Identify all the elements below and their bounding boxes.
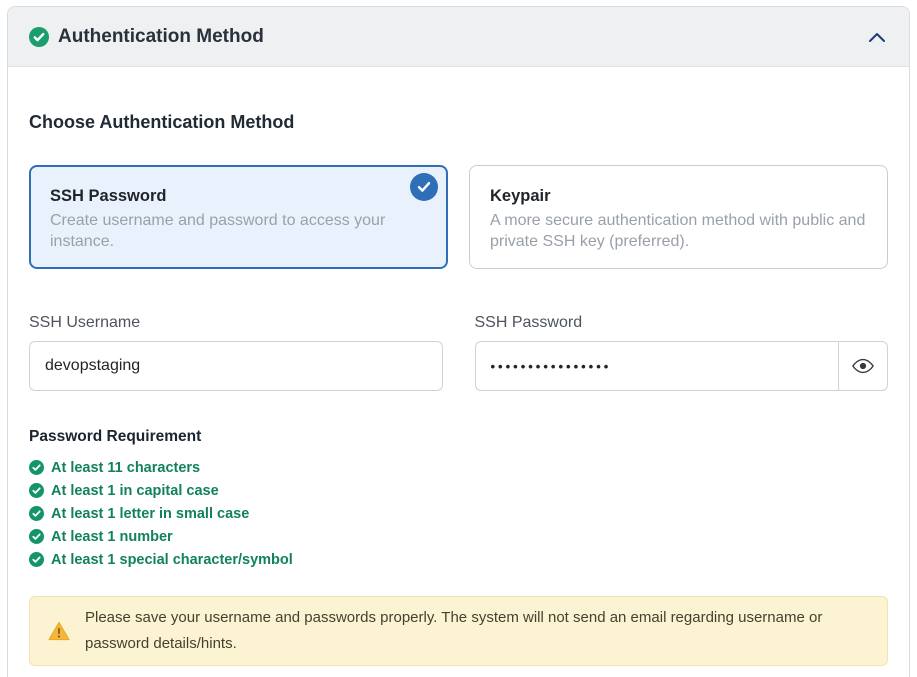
chevron-up-icon: [866, 29, 888, 45]
panel-title: Authentication Method: [58, 26, 264, 48]
credential-fields: SSH Username SSH Password: [29, 314, 888, 391]
requirement-item: At least 1 letter in small case: [29, 502, 888, 525]
ssh-username-label: SSH Username: [29, 314, 443, 332]
password-requirements: Password Requirement At least 11 charact…: [29, 428, 888, 571]
ssh-username-input[interactable]: [29, 341, 443, 391]
requirement-check-icon: [29, 483, 44, 498]
requirement-text: At least 1 special character/symbol: [51, 552, 293, 568]
collapse-button[interactable]: [866, 29, 888, 45]
method-card-ssh-password[interactable]: SSH Password Create username and passwor…: [29, 165, 448, 269]
requirement-text: At least 1 in capital case: [51, 483, 219, 499]
warning-alert: Please save your username and passwords …: [29, 596, 888, 666]
ssh-password-input[interactable]: [475, 341, 839, 391]
ssh-username-field: SSH Username: [29, 314, 443, 391]
ssh-password-group: [475, 341, 889, 391]
authentication-method-panel: Authentication Method Choose Authenticat…: [7, 6, 910, 677]
requirement-check-icon: [29, 506, 44, 521]
eye-icon: [852, 358, 874, 374]
method-description: A more secure authentication method with…: [490, 210, 867, 252]
requirement-check-icon: [29, 552, 44, 567]
requirement-item: At least 1 number: [29, 525, 888, 548]
requirement-item: At least 1 in capital case: [29, 479, 888, 502]
warning-triangle-icon: [48, 621, 70, 641]
method-title: Keypair: [490, 187, 867, 206]
requirement-text: At least 11 characters: [51, 460, 200, 476]
ssh-password-label: SSH Password: [475, 314, 889, 332]
method-description: Create username and password to access y…: [50, 210, 427, 252]
requirement-check-icon: [29, 460, 44, 475]
section-title: Choose Authentication Method: [29, 112, 888, 133]
panel-body: Choose Authentication Method SSH Passwor…: [8, 67, 909, 666]
password-requirements-title: Password Requirement: [29, 428, 888, 446]
requirement-item: At least 1 special character/symbol: [29, 548, 888, 571]
requirement-item: At least 11 characters: [29, 456, 888, 479]
method-card-keypair[interactable]: Keypair A more secure authentication met…: [469, 165, 888, 269]
toggle-password-visibility-button[interactable]: [838, 341, 888, 391]
password-requirements-list: At least 11 characters At least 1 in cap…: [29, 456, 888, 571]
requirement-text: At least 1 letter in small case: [51, 506, 249, 522]
section-complete-check-icon: [29, 27, 49, 47]
warning-text: Please save your username and passwords …: [85, 605, 869, 657]
requirement-text: At least 1 number: [51, 529, 173, 545]
panel-header[interactable]: Authentication Method: [8, 7, 909, 67]
method-options: SSH Password Create username and passwor…: [29, 165, 888, 269]
ssh-password-field: SSH Password: [475, 314, 889, 391]
requirement-check-icon: [29, 529, 44, 544]
selected-check-icon: [410, 173, 438, 201]
method-title: SSH Password: [50, 187, 427, 206]
